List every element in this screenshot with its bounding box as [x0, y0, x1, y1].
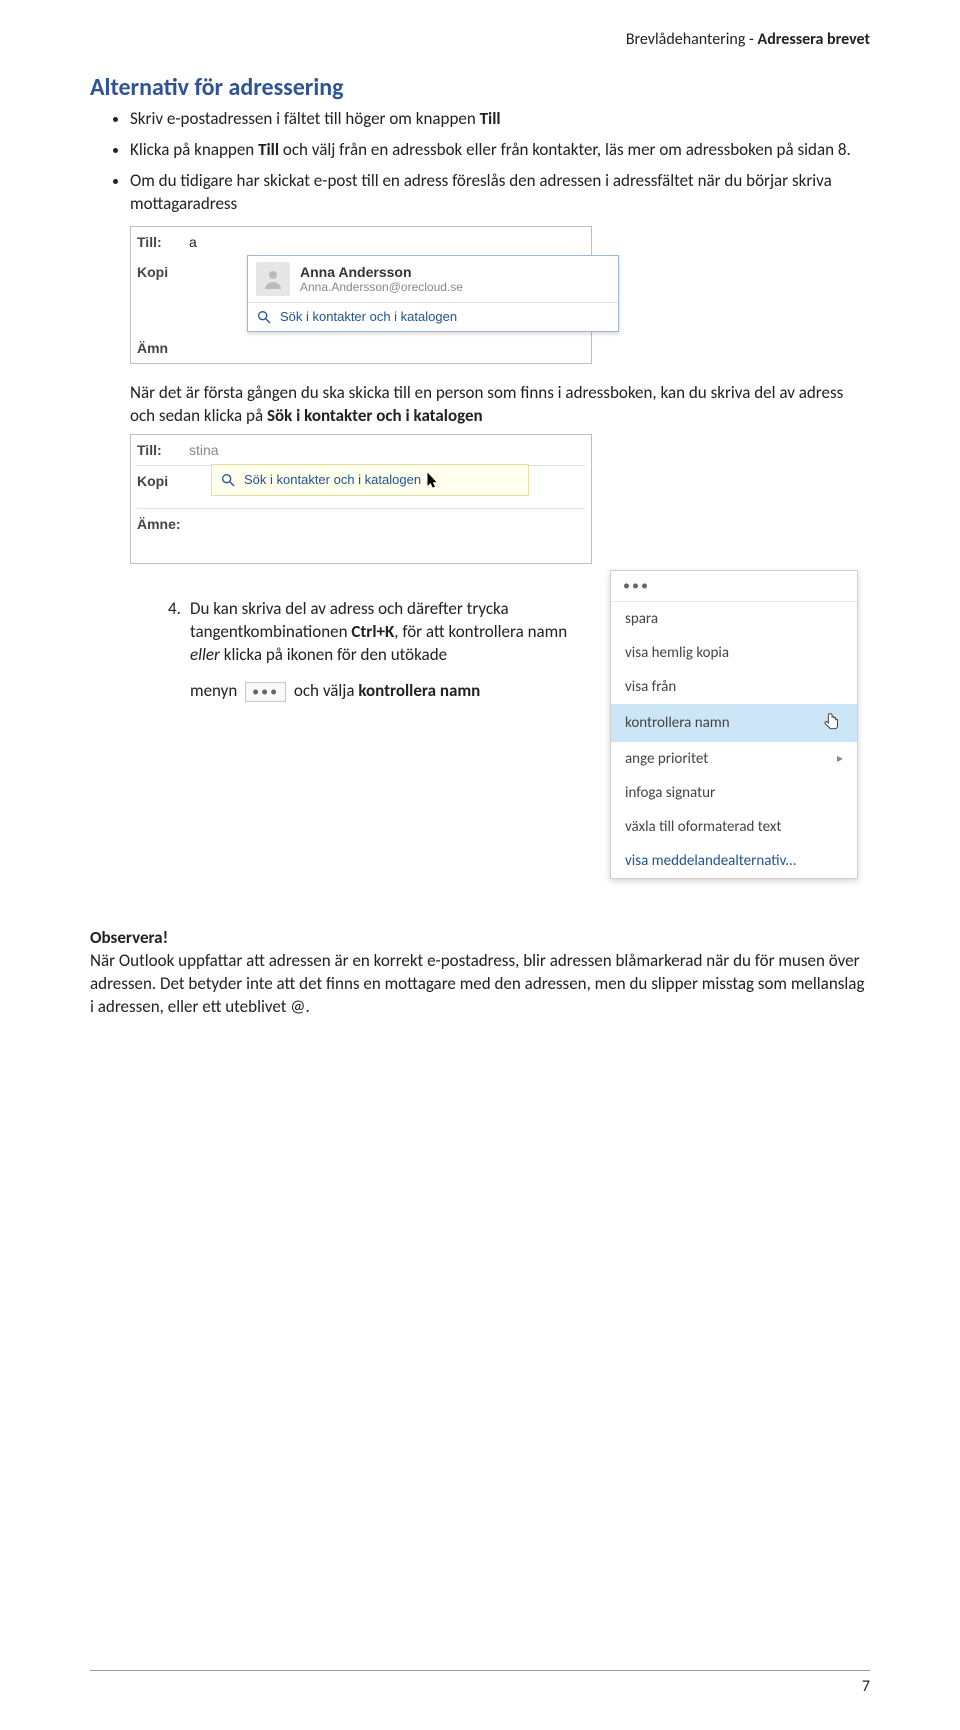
- menu-item-ange-prioritet[interactable]: ange prioritet▸: [611, 742, 857, 776]
- amne-label: Ämne:: [131, 516, 189, 532]
- para-first-time: När det är första gången du ska skicka t…: [130, 382, 870, 428]
- search-label: Sök i kontakter och i katalogen: [280, 309, 457, 324]
- bullet-item: Om du tidigare har skickat e-post till e…: [130, 170, 870, 216]
- hand-cursor-icon: [821, 712, 843, 734]
- observe-body: När Outlook uppfattar att adressen är en…: [90, 950, 870, 1019]
- chevron-right-icon: ▸: [837, 751, 843, 766]
- bullet-list: Skriv e-postadressen i fältet till höger…: [90, 108, 870, 216]
- running-head: Brevlådehantering - Adressera brevet: [90, 30, 870, 49]
- bullet-item: Skriv e-postadressen i fältet till höger…: [130, 108, 870, 131]
- context-menu-handle[interactable]: •••: [611, 571, 857, 602]
- menu-item-visa-fran[interactable]: visa från: [611, 670, 857, 704]
- till-label: Till:: [131, 442, 189, 458]
- menu-item-vaxla-oformaterad[interactable]: växla till oformaterad text: [611, 810, 857, 844]
- running-head-left: Brevlådehantering -: [626, 30, 758, 49]
- menu-item-spara[interactable]: spara: [611, 602, 857, 636]
- step-4: 4. Du kan skriva del av adress och däref…: [190, 598, 590, 704]
- search-contacts-row[interactable]: Sök i kontakter och i katalogen: [248, 303, 618, 331]
- observe-title: Observera!: [90, 927, 870, 948]
- screenshot-address-suggest: Till: a Kopi Anna Andersson Anna.Anderss…: [130, 226, 592, 364]
- suggest-popup: Anna Andersson Anna.Andersson@orecloud.s…: [247, 255, 619, 332]
- kopia-label: Kopi: [131, 473, 189, 489]
- menu-item-infoga-signatur[interactable]: infoga signatur: [611, 776, 857, 810]
- step-number: 4.: [168, 598, 181, 621]
- suggest-email: Anna.Andersson@orecloud.se: [300, 280, 463, 294]
- search-icon: [220, 472, 236, 488]
- search-contacts-row[interactable]: Sök i kontakter och i katalogen: [211, 464, 529, 496]
- till-label: Till:: [131, 234, 189, 250]
- ellipsis-icon: •••: [623, 581, 650, 591]
- avatar-icon: [256, 262, 290, 296]
- section-title: Alternativ för adressering: [90, 73, 870, 102]
- menu-item-visa-hemlig-kopia[interactable]: visa hemlig kopia: [611, 636, 857, 670]
- more-menu-button[interactable]: •••: [245, 682, 286, 702]
- till-value: a: [189, 234, 197, 250]
- amne-label: Ämn: [131, 340, 189, 356]
- till-value: stina: [189, 442, 219, 458]
- ellipsis-icon: •••: [252, 687, 279, 697]
- kopia-label: Kopi: [131, 264, 189, 280]
- screenshot-search-catalog: Till: stina Kopi Sök i kontakter och i k…: [130, 434, 592, 564]
- context-menu: ••• spara visa hemlig kopia visa från ko…: [610, 570, 858, 879]
- search-icon: [256, 309, 272, 325]
- menu-item-meddelandealternativ[interactable]: visa meddelandealternativ...: [611, 844, 857, 878]
- page-footer: 7: [90, 1670, 870, 1696]
- page-number: 7: [862, 1677, 870, 1696]
- bullet-item: Klicka på knappen Till och välj från en …: [130, 139, 870, 162]
- menu-item-kontrollera-namn[interactable]: kontrollera namn: [611, 704, 857, 742]
- cursor-icon: [423, 471, 441, 489]
- running-head-right: Adressera brevet: [758, 30, 871, 49]
- suggest-name: Anna Andersson: [300, 264, 463, 280]
- search-label: Sök i kontakter och i katalogen: [244, 472, 421, 487]
- suggest-item[interactable]: Anna Andersson Anna.Andersson@orecloud.s…: [248, 256, 618, 302]
